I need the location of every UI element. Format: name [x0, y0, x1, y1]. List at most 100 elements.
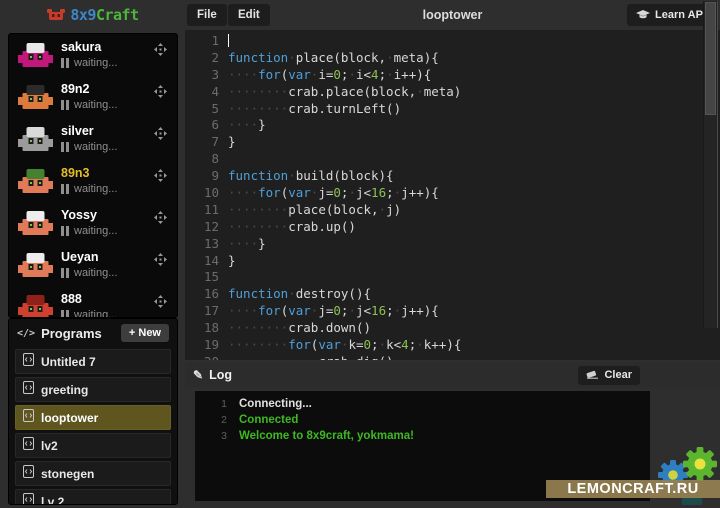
code-text: ····for(var·j=0;·j<16;·j++){: [228, 303, 439, 320]
player-row[interactable]: 888 waiting...: [9, 286, 177, 318]
file-menu-button[interactable]: File: [187, 4, 227, 26]
player-name: Ueyan: [61, 250, 99, 264]
crab-avatar: [18, 84, 53, 116]
log-message: Connected: [239, 412, 298, 428]
code-line: 14}: [185, 253, 720, 270]
log-line-number: 2: [195, 412, 239, 428]
code-line: 18········crab.down(): [185, 320, 720, 337]
code-line: 13····}: [185, 236, 720, 253]
move-player-icon[interactable]: [154, 85, 167, 103]
program-item-label: greeting: [41, 383, 88, 397]
player-status: waiting...: [61, 57, 117, 69]
program-item[interactable]: l v 2: [15, 489, 171, 505]
pause-icon: [61, 142, 69, 152]
clear-log-button[interactable]: Clear: [578, 366, 640, 385]
program-item-label: looptower: [41, 411, 98, 425]
code-text: ····for(var·j=0;·j<16;·j++){: [228, 185, 439, 202]
graduation-cap-icon: [636, 10, 650, 20]
log-line: 2Connected: [195, 412, 650, 428]
pause-icon: [61, 58, 69, 68]
program-item[interactable]: greeting: [15, 377, 171, 402]
program-list: Untitled 7 greeting looptower lv2 stoneg…: [9, 347, 177, 505]
line-number: 3: [185, 67, 228, 84]
editor-scrollbar-thumb[interactable]: [705, 2, 716, 115]
player-list-panel: sakura waiting... 89n2 waiting...: [8, 33, 178, 318]
line-number: 17: [185, 303, 228, 320]
code-text: ····}: [228, 117, 266, 134]
new-program-button[interactable]: + New: [121, 324, 169, 342]
code-text: ····for(var·i=0;·i<4;·i++){: [228, 67, 431, 84]
crab-avatar: [18, 126, 53, 158]
program-item-label: Untitled 7: [41, 355, 96, 369]
code-line: 7}: [185, 134, 720, 151]
log-header: ✎ Log Clear: [185, 362, 720, 388]
line-number: 9: [185, 168, 228, 185]
code-text: ········for(var·k=0;·k<4;·k++){: [228, 337, 461, 354]
code-line: 4········crab.place(block,·meta): [185, 84, 720, 101]
move-player-icon[interactable]: [154, 295, 167, 313]
code-text: ········crab.down(): [228, 320, 371, 337]
line-number: 11: [185, 202, 228, 219]
log-line-number: 1: [195, 396, 239, 412]
line-number: 6: [185, 117, 228, 134]
crab-avatar: [18, 294, 53, 318]
player-row[interactable]: 89n3 waiting...: [9, 160, 177, 202]
player-row[interactable]: Yossy waiting...: [9, 202, 177, 244]
player-status: waiting...: [61, 267, 117, 279]
code-icon: </>: [17, 328, 35, 339]
player-row[interactable]: silver waiting...: [9, 118, 177, 160]
code-line: 12········crab.up(): [185, 219, 720, 236]
program-file-icon: [23, 409, 34, 427]
log-title: ✎ Log: [193, 368, 232, 382]
program-item-label: stonegen: [41, 467, 94, 481]
player-name: silver: [61, 124, 94, 138]
line-number: 16: [185, 286, 228, 303]
pause-icon: [61, 184, 69, 194]
code-editor[interactable]: 12function·place(block,·meta){3····for(v…: [185, 30, 720, 360]
line-number: 19: [185, 337, 228, 354]
edit-menu-button[interactable]: Edit: [228, 4, 270, 26]
code-text: function·destroy(){: [228, 286, 371, 303]
move-player-icon[interactable]: [154, 169, 167, 187]
player-status: waiting...: [61, 225, 117, 237]
code-text: [228, 33, 229, 50]
line-number: 2: [185, 50, 228, 67]
program-item[interactable]: looptower: [15, 405, 171, 430]
top-bar: 8x9Craft File Edit looptower Learn API: [0, 0, 720, 30]
player-name: 89n2: [61, 82, 90, 96]
program-item[interactable]: Untitled 7: [15, 349, 171, 374]
program-item[interactable]: stonegen: [15, 461, 171, 486]
log-line: 3Welcome to 8x9craft, yokmama!: [195, 428, 650, 444]
code-line: 5········crab.turnLeft(): [185, 101, 720, 118]
watermark: LEMONCRAFT.RU: [546, 480, 720, 498]
move-player-icon[interactable]: [154, 43, 167, 61]
program-item[interactable]: lv2: [15, 433, 171, 458]
crab-avatar: [18, 42, 53, 74]
player-row[interactable]: Ueyan waiting...: [9, 244, 177, 286]
crab-logo-icon: [46, 8, 66, 22]
code-line: 15: [185, 269, 720, 286]
move-player-icon[interactable]: [154, 253, 167, 271]
player-status: waiting...: [61, 141, 117, 153]
crab-avatar: [18, 210, 53, 242]
code-line: 6····}: [185, 117, 720, 134]
editor-scrollbar-track[interactable]: [703, 1, 718, 328]
program-file-icon: [23, 465, 34, 483]
code-text: function·build(block){: [228, 168, 394, 185]
code-line: 3····for(var·i=0;·i<4;·i++){: [185, 67, 720, 84]
crab-avatar: [18, 252, 53, 284]
text-cursor: [228, 34, 229, 47]
player-status: waiting...: [61, 99, 117, 111]
learn-api-button[interactable]: Learn API: [627, 4, 715, 26]
player-row[interactable]: 89n2 waiting...: [9, 76, 177, 118]
code-line: 10····for(var·j=0;·j<16;·j++){: [185, 185, 720, 202]
program-file-icon: [23, 493, 34, 506]
player-row[interactable]: sakura waiting...: [9, 34, 177, 76]
player-status: waiting...: [61, 309, 117, 318]
line-number: 8: [185, 151, 228, 168]
move-player-icon[interactable]: [154, 127, 167, 145]
pause-icon: [61, 310, 69, 318]
pause-icon: [61, 226, 69, 236]
code-line: 9function·build(block){: [185, 168, 720, 185]
move-player-icon[interactable]: [154, 211, 167, 229]
